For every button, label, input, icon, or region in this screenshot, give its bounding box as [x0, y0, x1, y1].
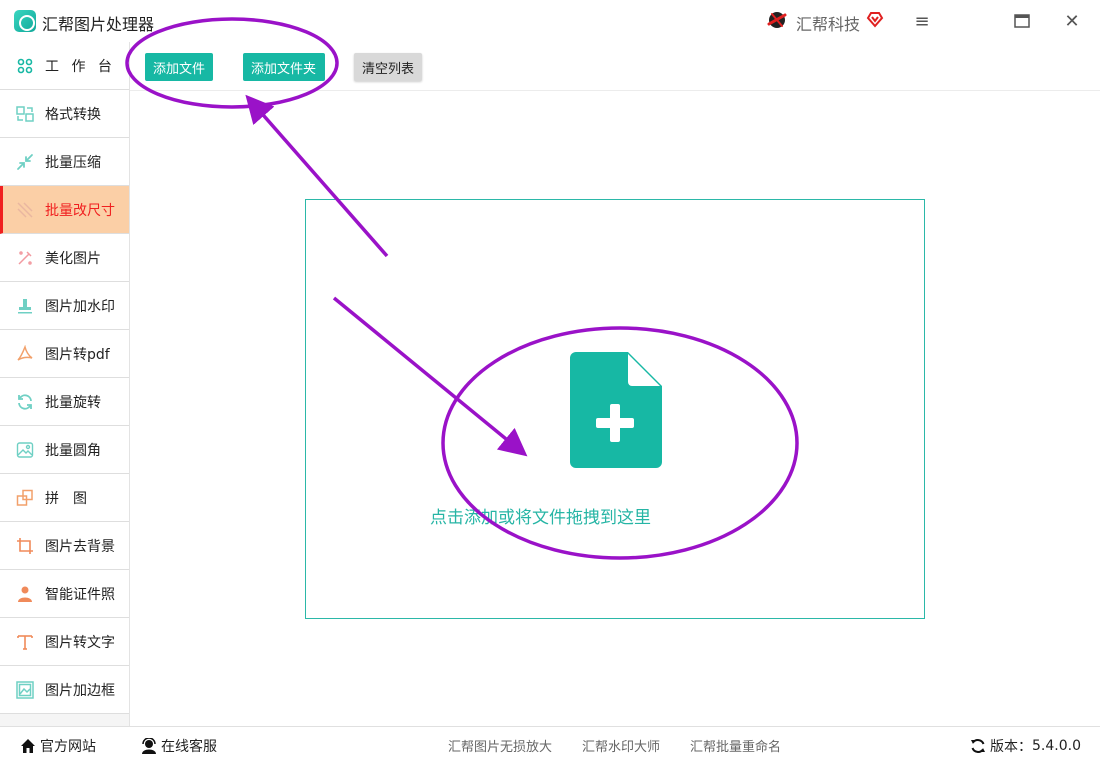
add-file-button[interactable]: 添加文件 — [145, 53, 213, 81]
app-logo-icon — [14, 10, 36, 32]
file-drop-zone[interactable]: 点击添加或将文件拖拽到这里 — [305, 199, 925, 619]
sidebar-item-label: 拼 图 — [45, 490, 87, 507]
sidebar-item-batch-resize[interactable]: 批量改尺寸 — [0, 186, 129, 234]
sidebar-item-label: 批量圆角 — [45, 442, 101, 459]
online-service-link[interactable]: 在线客服 — [141, 736, 217, 756]
online-service-label: 在线客服 — [161, 739, 217, 755]
compress-icon — [17, 154, 33, 170]
brand-name: 汇帮科技 — [796, 15, 861, 34]
app-window: 汇帮图片处理器 汇帮科技 ≡ ✕ 工 作 台 格式转换 批量压缩 批量改尺寸 美… — [0, 0, 1100, 760]
close-icon[interactable]: ✕ — [1058, 8, 1086, 34]
sidebar-item-label: 格式转换 — [45, 106, 101, 123]
home-icon — [21, 739, 35, 753]
version-value: 5.4.0.0 — [1032, 738, 1081, 754]
sidebar-item-batch-rotate[interactable]: 批量旋转 — [0, 378, 129, 426]
sidebar-item-collage[interactable]: 拼 图 — [0, 474, 129, 522]
crop-icon — [17, 538, 33, 554]
sidebar-item-format-convert[interactable]: 格式转换 — [0, 90, 129, 138]
official-site-label: 官方网站 — [40, 739, 96, 755]
convert-icon — [16, 106, 34, 122]
sidebar: 工 作 台 格式转换 批量压缩 批量改尺寸 美化图片 图片加水印 图片转pdf — [0, 42, 130, 726]
sidebar-item-label: 图片转pdf — [45, 346, 110, 363]
sidebar-item-label: 批量改尺寸 — [45, 202, 115, 219]
rotate-icon — [18, 394, 32, 410]
add-file-icon[interactable] — [570, 352, 662, 468]
text-icon — [17, 635, 33, 650]
border-icon — [16, 681, 34, 699]
grid-icon — [17, 58, 33, 74]
sidebar-item-workbench[interactable]: 工 作 台 — [0, 42, 129, 90]
drop-hint-text[interactable]: 点击添加或将文件拖拽到这里 — [113, 503, 968, 528]
toolbar: 添加文件 添加文件夹 清空列表 — [130, 42, 1100, 91]
sidebar-item-id-photo[interactable]: 智能证件照 — [0, 570, 129, 618]
app-title: 汇帮图片处理器 — [42, 15, 155, 34]
sidebar-item-label: 批量压缩 — [45, 154, 101, 171]
footer: 官方网站 在线客服 汇帮图片无损放大 汇帮水印大师 汇帮批量重命名 版本： 5.… — [0, 726, 1100, 760]
sidebar-item-label: 图片去背景 — [45, 538, 115, 555]
collage-icon — [16, 489, 33, 506]
menu-icon[interactable]: ≡ — [908, 8, 936, 34]
footer-link-watermark-master[interactable]: 汇帮水印大师 — [582, 736, 660, 755]
footer-link-batch-rename[interactable]: 汇帮批量重命名 — [690, 736, 781, 755]
version-info[interactable]: 版本： 5.4.0.0 — [970, 736, 1081, 756]
sidebar-item-label: 智能证件照 — [45, 586, 115, 603]
sidebar-item-to-pdf[interactable]: 图片转pdf — [0, 330, 129, 378]
watermark-icon — [18, 299, 32, 314]
pdf-icon — [17, 345, 33, 361]
sidebar-item-label: 工 作 台 — [45, 58, 116, 75]
brand-logo-icon — [767, 12, 787, 28]
sidebar-item-add-border[interactable]: 图片加边框 — [0, 666, 129, 714]
sidebar-item-batch-compress[interactable]: 批量压缩 — [0, 138, 129, 186]
sidebar-item-label: 美化图片 — [45, 250, 101, 267]
beautify-icon — [18, 251, 32, 265]
sidebar-item-label: 图片转文字 — [45, 634, 115, 651]
vip-heart-icon[interactable] — [866, 10, 884, 28]
add-folder-button[interactable]: 添加文件夹 — [243, 53, 325, 81]
resize-icon — [17, 202, 33, 218]
rounded-corner-icon — [16, 442, 34, 458]
title-bar: 汇帮图片处理器 汇帮科技 ≡ ✕ — [0, 0, 1100, 42]
footer-link-lossless-enlarge[interactable]: 汇帮图片无损放大 — [448, 736, 552, 755]
sidebar-item-remove-background[interactable]: 图片去背景 — [0, 522, 129, 570]
sidebar-item-watermark[interactable]: 图片加水印 — [0, 282, 129, 330]
maximize-icon[interactable] — [1008, 8, 1036, 34]
refresh-icon — [971, 739, 985, 753]
sidebar-item-rounded-corners[interactable]: 批量圆角 — [0, 426, 129, 474]
official-site-link[interactable]: 官方网站 — [20, 736, 96, 756]
sidebar-item-label: 批量旋转 — [45, 394, 101, 411]
sidebar-item-label: 图片加水印 — [45, 298, 115, 315]
customer-service-icon — [142, 738, 156, 754]
version-label: 版本： — [990, 739, 1032, 755]
sidebar-item-label: 图片加边框 — [45, 682, 115, 699]
sidebar-item-beautify[interactable]: 美化图片 — [0, 234, 129, 282]
clear-list-button[interactable]: 清空列表 — [354, 53, 422, 81]
sidebar-item-image-to-text[interactable]: 图片转文字 — [0, 618, 129, 666]
person-icon — [18, 586, 32, 602]
